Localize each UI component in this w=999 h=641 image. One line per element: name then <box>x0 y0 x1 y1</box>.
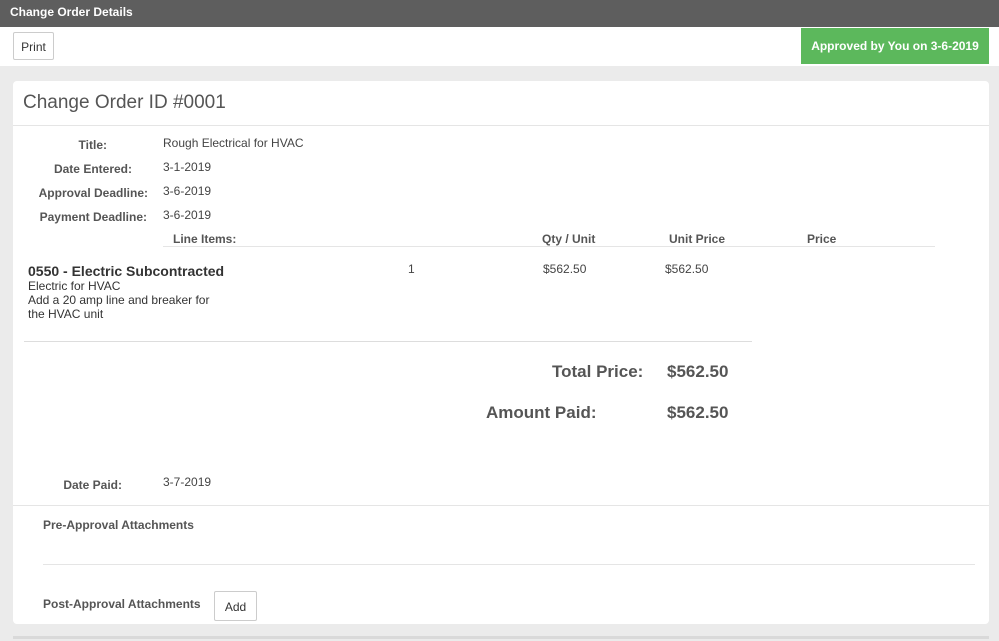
unit-price-header: Unit Price <box>669 232 726 246</box>
header-divider <box>163 246 935 247</box>
payment-deadline-label: Payment Deadline: <box>39 210 147 224</box>
payment-deadline-value: 3-6-2019 <box>163 208 212 222</box>
line-item-desc-line: Add a 20 amp line and breaker for the HV… <box>28 293 210 321</box>
amount-paid-label: Amount Paid: <box>486 403 597 422</box>
date-entered-label: Date Entered: <box>53 162 132 176</box>
qty-unit-header: Qty / Unit <box>542 232 596 246</box>
print-button[interactable]: Print <box>13 32 54 60</box>
price-header: Price <box>807 232 837 246</box>
pre-approval-attachments-label: Pre-Approval Attachments <box>43 518 194 532</box>
divider <box>13 505 989 506</box>
post-approval-attachments-label: Post-Approval Attachments <box>43 597 201 611</box>
line-item-description: Electric for HVAC Add a 20 amp line and … <box>28 279 223 321</box>
line-item-desc-line: Electric for HVAC <box>28 279 121 293</box>
title-value: Rough Electrical for HVAC <box>163 136 304 150</box>
date-paid-label: Date Paid: <box>63 478 122 492</box>
divider <box>13 125 989 126</box>
attachments-divider <box>43 564 975 565</box>
total-price-value: $562.50 <box>667 362 729 381</box>
line-items-header: Line Items: <box>173 232 237 246</box>
window-title: Change Order Details <box>0 0 999 27</box>
add-attachment-button[interactable]: Add <box>214 591 257 621</box>
page-title: Change Order ID #0001 <box>23 92 226 113</box>
date-paid-value: 3-7-2019 <box>163 475 212 489</box>
bottom-divider <box>13 636 989 639</box>
approval-deadline-label: Approval Deadline: <box>38 186 148 200</box>
items-divider <box>24 341 752 342</box>
date-entered-value: 3-1-2019 <box>163 160 212 174</box>
approval-deadline-value: 3-6-2019 <box>163 184 212 198</box>
title-label: Title: <box>78 138 107 152</box>
line-item-qty-unit: $562.50 <box>543 262 587 276</box>
amount-paid-value: $562.50 <box>667 403 729 422</box>
line-item-name: 0550 - Electric Subcontracted <box>28 263 225 279</box>
change-order-card: Change Order ID #0001 Title: Rough Elect… <box>13 81 989 624</box>
status-badge: Approved by You on 3-6-2019 <box>801 28 989 64</box>
line-item-unit-price: $562.50 <box>665 262 709 276</box>
line-item-qty: 1 <box>408 262 415 276</box>
total-price-label: Total Price: <box>552 362 644 381</box>
toolbar: Print Approved by You on 3-6-2019 <box>0 27 999 66</box>
